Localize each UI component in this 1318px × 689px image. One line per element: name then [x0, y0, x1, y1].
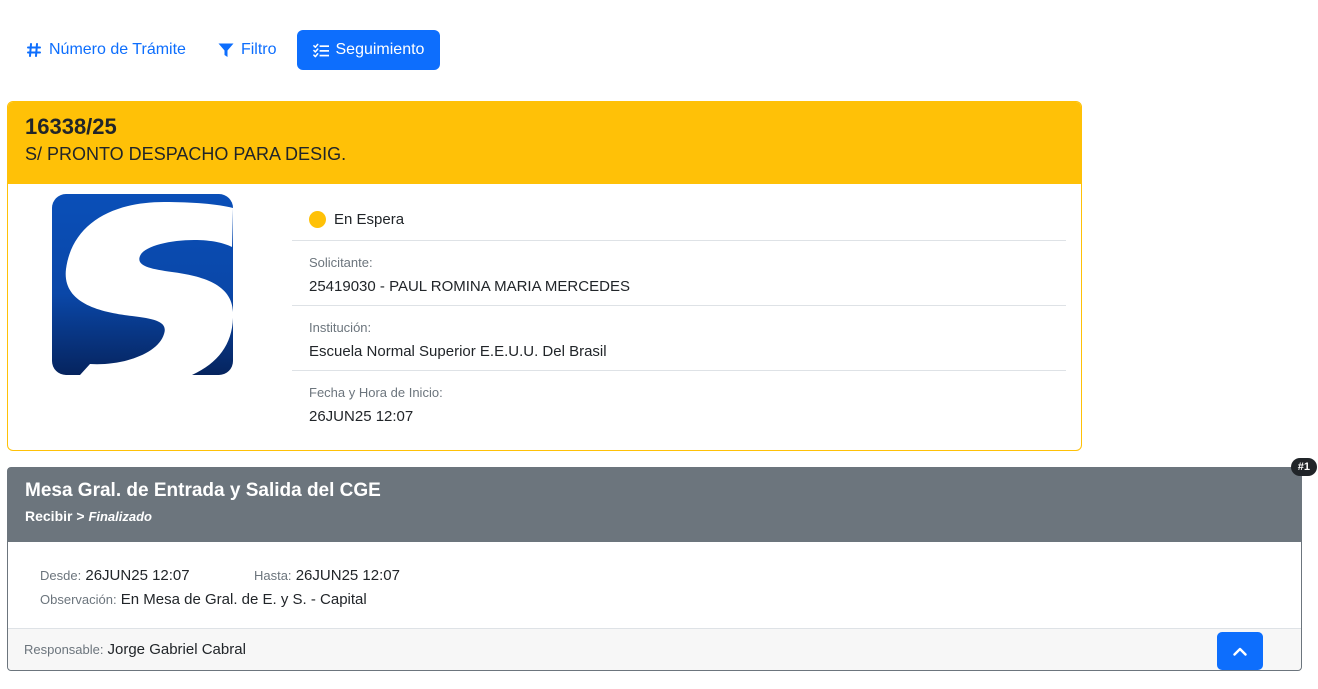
solicitante-label: Solicitante: — [309, 255, 373, 270]
responsable-label: Responsable: — [24, 642, 104, 657]
nav-filtro-label: Filtro — [240, 41, 277, 58]
tramite-header: 16338/25 S/ PRONTO DESPACHO PARA DESIG. — [8, 102, 1081, 184]
fecha-field: Fecha y Hora de Inicio: 26JUN25 12:07 — [292, 371, 1066, 436]
institucion-label: Institución: — [309, 320, 372, 335]
tramite-body: En Espera Solicitante: 25419030 - PAUL R… — [8, 184, 1081, 450]
tramite-nav: Número de Trámite Filtro Seguimiento — [14, 30, 441, 70]
nav-filtro[interactable]: Filtro — [206, 30, 289, 70]
tramite-number: 16338/25 — [25, 114, 117, 139]
step-observacion: Observación: En Mesa de Gral. de E. y S.… — [40, 588, 1269, 612]
solicitante-value: 25419030 - PAUL ROMINA MARIA MERCEDES — [309, 278, 630, 295]
hasta-label: Hasta: — [253, 568, 292, 583]
nav-numero-label: Número de Trámite — [49, 41, 186, 58]
step-title: Mesa Gral. de Entrada y Salida del CGE — [25, 480, 381, 501]
status-dot-icon — [309, 210, 326, 228]
hasta-value: 26JUN25 12:07 — [295, 567, 400, 584]
chevron-up-icon — [1233, 643, 1247, 660]
step-card: #1 Mesa Gral. de Entrada y Salida del CG… — [7, 458, 1317, 671]
fecha-value: 26JUN25 12:07 — [309, 408, 414, 425]
hash-icon — [26, 42, 42, 58]
status-text: En Espera — [334, 210, 405, 228]
institution-logo — [52, 194, 233, 375]
nav-numero-tramite[interactable]: Número de Trámite — [14, 30, 198, 70]
observacion-value: En Mesa de Gral. de E. y S. - Capital — [120, 591, 367, 608]
step-footer: Responsable: Jorge Gabriel Cabral — [8, 628, 1301, 670]
responsable-value: Jorge Gabriel Cabral — [107, 641, 246, 658]
observacion-label: Observación: — [40, 592, 117, 607]
desde-label: Desde: — [40, 568, 82, 583]
desde-value: 26JUN25 12:07 — [85, 567, 190, 584]
step-header: Mesa Gral. de Entrada y Salida del CGE R… — [8, 468, 1301, 542]
fecha-label: Fecha y Hora de Inicio: — [309, 385, 443, 400]
tramite-card: 16338/25 S/ PRONTO DESPACHO PARA DESIG. — [7, 101, 1082, 451]
step-separator: > — [76, 508, 85, 524]
institucion-field: Institución: Escuela Normal Superior E.E… — [292, 306, 1066, 371]
solicitante-field: Solicitante: 25419030 - PAUL ROMINA MARI… — [292, 241, 1066, 306]
scroll-top-button[interactable] — [1217, 632, 1263, 670]
step-body: Desde: 26JUN25 12:07 Hasta: 26JUN25 12:0… — [8, 542, 1301, 630]
list-check-icon — [312, 42, 329, 58]
nav-seguimiento-label: Seguimiento — [335, 41, 425, 58]
tramite-title: S/ PRONTO DESPACHO PARA DESIG. — [25, 144, 347, 164]
step-number-badge: #1 — [1290, 458, 1317, 476]
step-state: Finalizado — [88, 509, 152, 524]
step-subtitle: Recibir > Finalizado — [25, 505, 1284, 528]
step-dates: Desde: 26JUN25 12:07 Hasta: 26JUN25 12:0… — [40, 564, 1269, 588]
nav-seguimiento[interactable]: Seguimiento — [296, 30, 441, 70]
tramite-info: En Espera Solicitante: 25419030 - PAUL R… — [292, 184, 1066, 436]
institucion-value: Escuela Normal Superior E.E.U.U. Del Bra… — [309, 343, 607, 360]
status-row: En Espera — [292, 184, 1066, 241]
step-action: Recibir — [25, 508, 73, 524]
filter-icon — [218, 42, 234, 58]
